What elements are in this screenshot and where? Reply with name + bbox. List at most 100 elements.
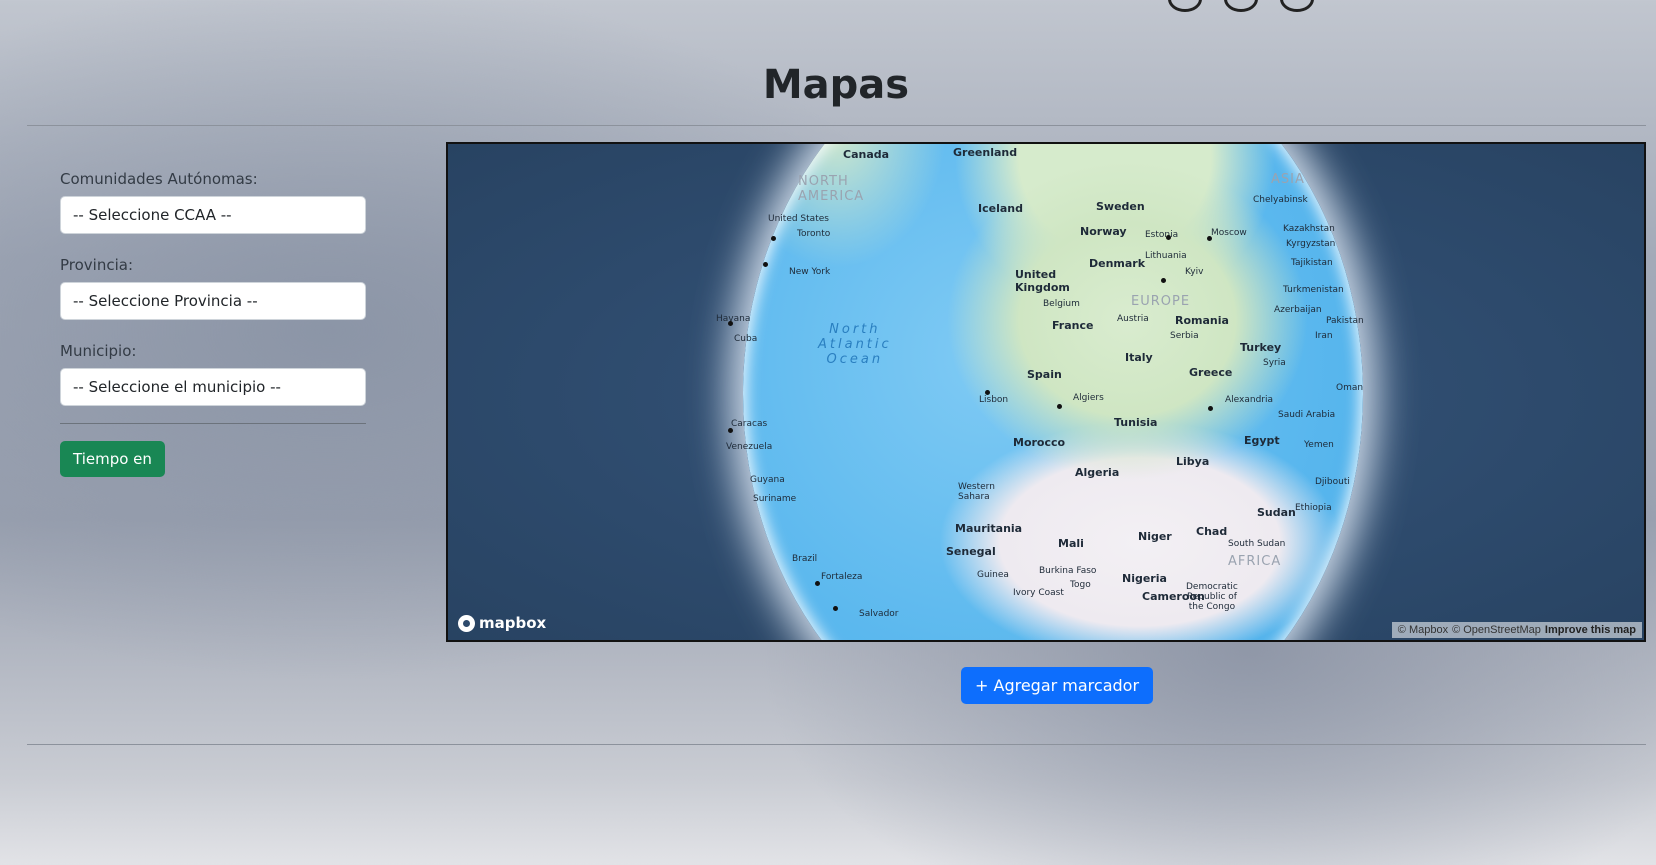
city-marker-icon bbox=[763, 262, 768, 267]
header-divider bbox=[27, 125, 1646, 126]
map-label-austria: Austria bbox=[1117, 314, 1149, 324]
map-label-senegal: Senegal bbox=[946, 545, 996, 558]
municipio-select[interactable]: -- Seleccione el municipio -- bbox=[60, 368, 366, 406]
map-label-estonia: Estonia bbox=[1145, 230, 1179, 240]
map-label-iceland: Iceland bbox=[978, 202, 1023, 215]
map-label-africa: AFRICA bbox=[1228, 554, 1282, 569]
map-label-alexandria: Alexandria bbox=[1225, 395, 1274, 405]
map-label-tajikistan: Tajikistan bbox=[1291, 258, 1333, 268]
map-label-romania: Romania bbox=[1175, 314, 1229, 327]
map-label-nigeria: Nigeria bbox=[1122, 572, 1167, 585]
map-label-united-states: United States bbox=[768, 214, 829, 224]
map-label-togo: Togo bbox=[1070, 580, 1091, 590]
map-label-south-sudan: South Sudan bbox=[1228, 539, 1286, 549]
map-label-belgium: Belgium bbox=[1043, 299, 1080, 309]
map-label-drc: Democratic Republic of the Congo bbox=[1186, 582, 1238, 612]
map-label-cuba: Cuba bbox=[734, 334, 758, 344]
city-marker-icon bbox=[1207, 236, 1212, 241]
map-label-brazil: Brazil bbox=[792, 554, 818, 564]
map-label-azerbaijan: Azerbaijan bbox=[1274, 305, 1322, 315]
map-label-north-america: NORTH AMERICA bbox=[798, 174, 865, 204]
map-label-pakistan: Pakistan bbox=[1326, 316, 1364, 326]
mapbox-logo[interactable]: mapbox bbox=[458, 614, 546, 632]
map-label-saudi-arabia: Saudi Arabia bbox=[1278, 410, 1336, 420]
map-label-asia: ASIA bbox=[1271, 172, 1305, 187]
provincia-label: Provincia: bbox=[60, 256, 134, 274]
sidebar: Comunidades Autónomas: -- Seleccione CCA… bbox=[60, 170, 366, 477]
improve-map-link[interactable]: Improve this map bbox=[1545, 624, 1636, 636]
city-marker-icon bbox=[1208, 406, 1213, 411]
map-label-spain: Spain bbox=[1027, 368, 1062, 381]
map-label-ethiopia: Ethiopia bbox=[1295, 503, 1332, 513]
weather-button[interactable]: Tiempo en bbox=[60, 441, 165, 477]
map-label-new-york: New York bbox=[789, 267, 831, 277]
map-label-turkey: Turkey bbox=[1240, 341, 1282, 354]
map-label-mauritania: Mauritania bbox=[955, 522, 1023, 535]
map-label-ivory-coast: Ivory Coast bbox=[1013, 588, 1064, 598]
map-label-niger: Niger bbox=[1138, 530, 1172, 543]
city-marker-icon bbox=[728, 428, 733, 433]
map-label-lisbon: Lisbon bbox=[979, 395, 1009, 405]
map-label-lithuania: Lithuania bbox=[1145, 251, 1187, 261]
map-label-salvador: Salvador bbox=[859, 609, 899, 619]
map-label-serbia: Serbia bbox=[1170, 331, 1199, 341]
add-marker-button[interactable]: + Agregar marcador bbox=[961, 667, 1154, 704]
map-label-suriname: Suriname bbox=[753, 494, 797, 504]
map-label-burkina-faso: Burkina Faso bbox=[1039, 566, 1097, 576]
map-label-turkmenistan: Turkmenistan bbox=[1283, 285, 1344, 295]
ccaa-label: Comunidades Autónomas: bbox=[60, 170, 258, 188]
circle-icon[interactable] bbox=[1168, 0, 1202, 12]
map-label-caracas: Caracas bbox=[731, 419, 768, 429]
city-marker-icon bbox=[728, 321, 733, 326]
provincia-select[interactable]: -- Seleccione Provincia -- bbox=[60, 282, 366, 320]
city-marker-icon bbox=[1166, 235, 1171, 240]
map-label-greenland: Greenland bbox=[953, 146, 1018, 159]
map-label-chad: Chad bbox=[1196, 525, 1228, 538]
city-marker-icon bbox=[1161, 278, 1166, 283]
map-label-venezuela: Venezuela bbox=[726, 442, 773, 452]
map-label-algiers: Algiers bbox=[1073, 393, 1104, 403]
map-attribution: © Mapbox © OpenStreetMap Improve this ma… bbox=[1391, 622, 1642, 638]
map-label-syria: Syria bbox=[1263, 358, 1286, 368]
footer-divider bbox=[27, 744, 1646, 745]
attribution-mapbox[interactable]: © Mapbox bbox=[1398, 624, 1448, 636]
code-icon[interactable] bbox=[1224, 0, 1258, 12]
map-label-morocco: Morocco bbox=[1013, 436, 1066, 449]
map-label-mali: Mali bbox=[1058, 537, 1084, 550]
city-marker-icon bbox=[985, 390, 990, 395]
city-marker-icon bbox=[1057, 404, 1062, 409]
map-label-algeria: Algeria bbox=[1075, 466, 1120, 479]
map-label-western-sahara: Western Sahara bbox=[958, 482, 995, 502]
map-label-united-kingdom: United Kingdom bbox=[1015, 268, 1070, 294]
map-label-libya: Libya bbox=[1176, 455, 1210, 468]
map-canvas[interactable]: Canada Greenland NORTH AMERICA United State… bbox=[446, 142, 1646, 642]
attribution-osm[interactable]: © OpenStreetMap bbox=[1452, 624, 1541, 636]
map-label-sweden: Sweden bbox=[1096, 200, 1145, 213]
map-label-denmark: Denmark bbox=[1089, 257, 1146, 270]
top-icons bbox=[1168, 0, 1314, 12]
circle-icon[interactable] bbox=[1280, 0, 1314, 12]
ccaa-select[interactable]: -- Seleccione CCAA -- bbox=[60, 196, 366, 234]
map-label-tunisia: Tunisia bbox=[1114, 416, 1158, 429]
mapbox-icon bbox=[458, 614, 475, 632]
sidebar-divider bbox=[60, 423, 366, 424]
map-label-chelyabinsk: Chelyabinsk bbox=[1253, 195, 1308, 205]
map-label-yemen: Yemen bbox=[1304, 440, 1334, 450]
map-label-sudan: Sudan bbox=[1257, 506, 1296, 519]
map-label-djibouti: Djibouti bbox=[1315, 477, 1350, 487]
map-label-egypt: Egypt bbox=[1244, 434, 1280, 447]
map-label-europe: EUROPE bbox=[1131, 294, 1191, 309]
page-title: Mapas bbox=[762, 62, 910, 108]
map-label-norway: Norway bbox=[1080, 225, 1127, 238]
map-label-fortaleza: Fortaleza bbox=[821, 572, 863, 582]
map-label-ocean: North Atlantic Ocean bbox=[818, 322, 892, 367]
city-marker-icon bbox=[833, 606, 838, 611]
map-label-canada: Canada bbox=[843, 148, 890, 161]
map-label-havana: Havana bbox=[716, 314, 751, 324]
map-label-kyiv: Kyiv bbox=[1185, 267, 1204, 277]
map-label-guinea: Guinea bbox=[977, 570, 1009, 580]
municipio-label: Municipio: bbox=[60, 342, 137, 360]
map-label-kyrgyzstan: Kyrgyzstan bbox=[1286, 239, 1336, 249]
map-label-iran: Iran bbox=[1315, 331, 1333, 341]
mapbox-logo-text: mapbox bbox=[479, 614, 547, 632]
